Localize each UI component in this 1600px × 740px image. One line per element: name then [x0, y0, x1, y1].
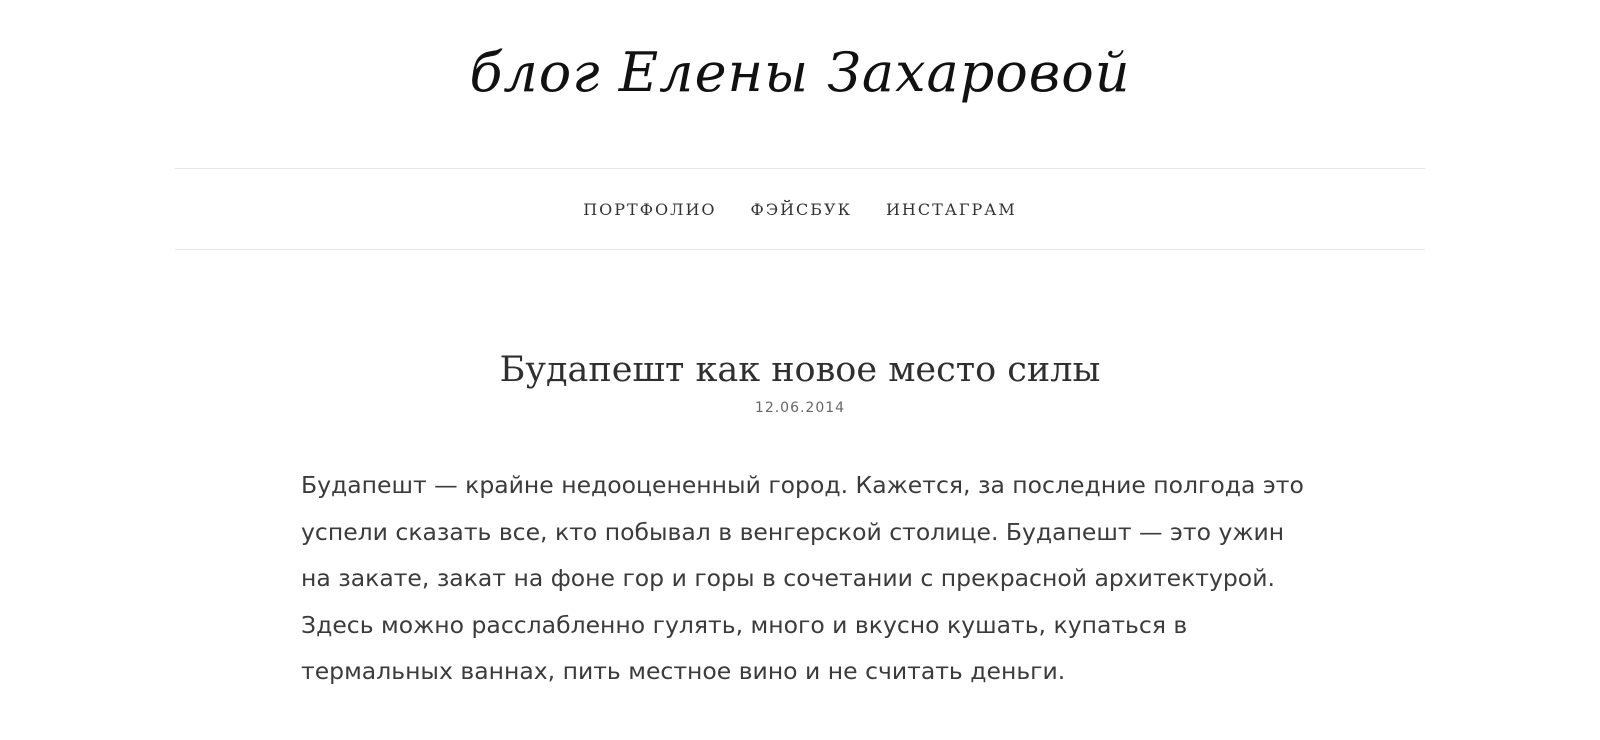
site-header: блог Елены Захаровой: [0, 0, 1600, 160]
site-logo[interactable]: блог Елены Захаровой: [0, 28, 1600, 118]
post-title[interactable]: Будапешт как новое место силы: [0, 345, 1600, 395]
post-date: 12.06.2014: [754, 400, 846, 416]
nav-item-facebook[interactable]: ФЭЙСБУК: [751, 200, 852, 219]
main-nav: ПОРТФОЛИО ФЭЙСБУК ИНСТАГРАМ: [175, 168, 1425, 250]
blog-post: Будапешт как новое место силы 12.06.2014…: [0, 345, 1600, 685]
post-body-text: Будапешт — крайне недооцененный город. К…: [301, 471, 1304, 685]
nav-item-instagram[interactable]: ИНСТАГРАМ: [886, 200, 1017, 219]
nav-item-portfolio[interactable]: ПОРТФОЛИО: [583, 200, 716, 219]
